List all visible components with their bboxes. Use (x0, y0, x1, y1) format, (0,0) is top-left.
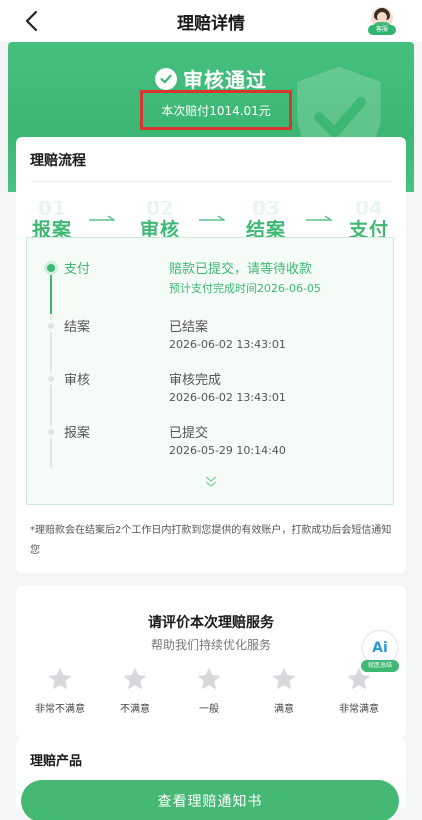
timeline-item: 结案 已结案 2026-06-02 13:43:01 (27, 300, 393, 351)
avatar-badge: 客服 (368, 25, 396, 35)
step-number: 04 (355, 201, 383, 215)
rating-subtitle: 帮助我们持续优化服务 (150, 638, 271, 652)
arrow-right-icon (306, 215, 332, 221)
payout-notice: *理赔款会在结案后2个工作日内打款到您提供的有效账户，打款成功后会短信通知您 (30, 525, 392, 556)
claim-timeline: 支付 赔款已提交，请等待收款 预计支付完成时间2026-06-05 结案 已结案… (26, 237, 394, 505)
rating-label: 一般 (199, 704, 219, 715)
timeline-step: 支付 (64, 262, 91, 277)
rating-option[interactable]: 不满意 (97, 666, 173, 715)
check-circle-icon (155, 67, 177, 90)
step-number: 02 (146, 201, 174, 215)
flow-step: 04 支付 (339, 201, 399, 242)
timeline-dot (45, 373, 57, 385)
rating-option[interactable]: 满意 (246, 666, 322, 715)
page-title: 理赔详情 (177, 14, 245, 34)
rating-option[interactable]: 非常不满意 (22, 666, 98, 715)
rating-label: 非常不满意 (35, 704, 85, 715)
timeline-dot (45, 426, 57, 438)
ai-assistant-button[interactable]: Ai 就医总结 (361, 630, 399, 674)
star-icon (197, 667, 221, 690)
star-icon (272, 667, 296, 690)
timeline-time: 2026-06-02 13:43:01 (169, 338, 286, 351)
customer-service-avatar[interactable]: 客服 (368, 7, 396, 35)
timeline-status: 审核完成 (169, 373, 222, 388)
claim-flow-card: 理赔流程 01 报案 02 审核 03 结案 04 支付 支付 赔款已提交，请等… (16, 137, 406, 573)
timeline-item: 审核 审核完成 2026-06-02 13:43:01 (27, 353, 393, 404)
flow-step: 02 审核 (130, 201, 190, 242)
rating-title: 请评价本次理赔服务 (148, 615, 274, 631)
flow-step: 03 结案 (236, 201, 296, 242)
ai-badge: 就医总结 (361, 660, 399, 672)
timeline-time: 2026-05-29 10:14:40 (169, 444, 286, 457)
rating-label: 不满意 (120, 704, 150, 715)
view-claim-notice-button[interactable]: 查看理赔通知书 (21, 780, 399, 820)
timeline-time: 预计支付完成时间2026-06-05 (169, 282, 321, 295)
timeline-status: 已提交 (169, 426, 209, 441)
timeline-item: 报案 已提交 2026-05-29 10:14:40 (27, 406, 393, 457)
star-icon (123, 667, 147, 690)
claim-status-text: 审核通过 (183, 68, 267, 92)
timeline-status: 已结案 (169, 320, 209, 335)
timeline-item: 支付 赔款已提交，请等待收款 预计支付完成时间2026-06-05 (27, 242, 393, 295)
flow-step: 01 报案 (22, 201, 82, 242)
rating-label: 满意 (274, 704, 294, 715)
claim-product-title: 理赔产品 (30, 754, 83, 769)
payout-amount: 本次赔付1014.01元 (161, 103, 271, 118)
timeline-step: 审核 (64, 373, 91, 388)
step-number: 03 (252, 201, 280, 215)
ai-label: Ai (372, 640, 388, 656)
rating-option[interactable]: 一般 (171, 666, 247, 715)
star-icon (48, 667, 72, 690)
arrow-right-icon (89, 215, 115, 221)
step-number: 01 (38, 201, 66, 215)
payout-amount-highlight: 本次赔付1014.01元 (140, 90, 292, 130)
timeline-time: 2026-06-02 13:43:01 (169, 391, 286, 404)
chevron-down-icon[interactable] (204, 476, 218, 488)
timeline-dot (45, 320, 57, 332)
divider (30, 181, 392, 182)
timeline-dot-active (44, 261, 58, 275)
top-nav-bar: 理赔详情 客服 (0, 0, 422, 42)
timeline-status: 赔款已提交，请等待收款 (169, 262, 313, 277)
arrow-right-icon (199, 215, 225, 221)
timeline-step: 结案 (64, 320, 91, 335)
claim-flow-title: 理赔流程 (30, 153, 86, 169)
timeline-step: 报案 (64, 426, 91, 441)
rating-label: 非常满意 (339, 704, 379, 715)
service-rating-card: 请评价本次理赔服务 帮助我们持续优化服务 非常不满意 不满意 一般 满意 非常满… (16, 586, 406, 738)
